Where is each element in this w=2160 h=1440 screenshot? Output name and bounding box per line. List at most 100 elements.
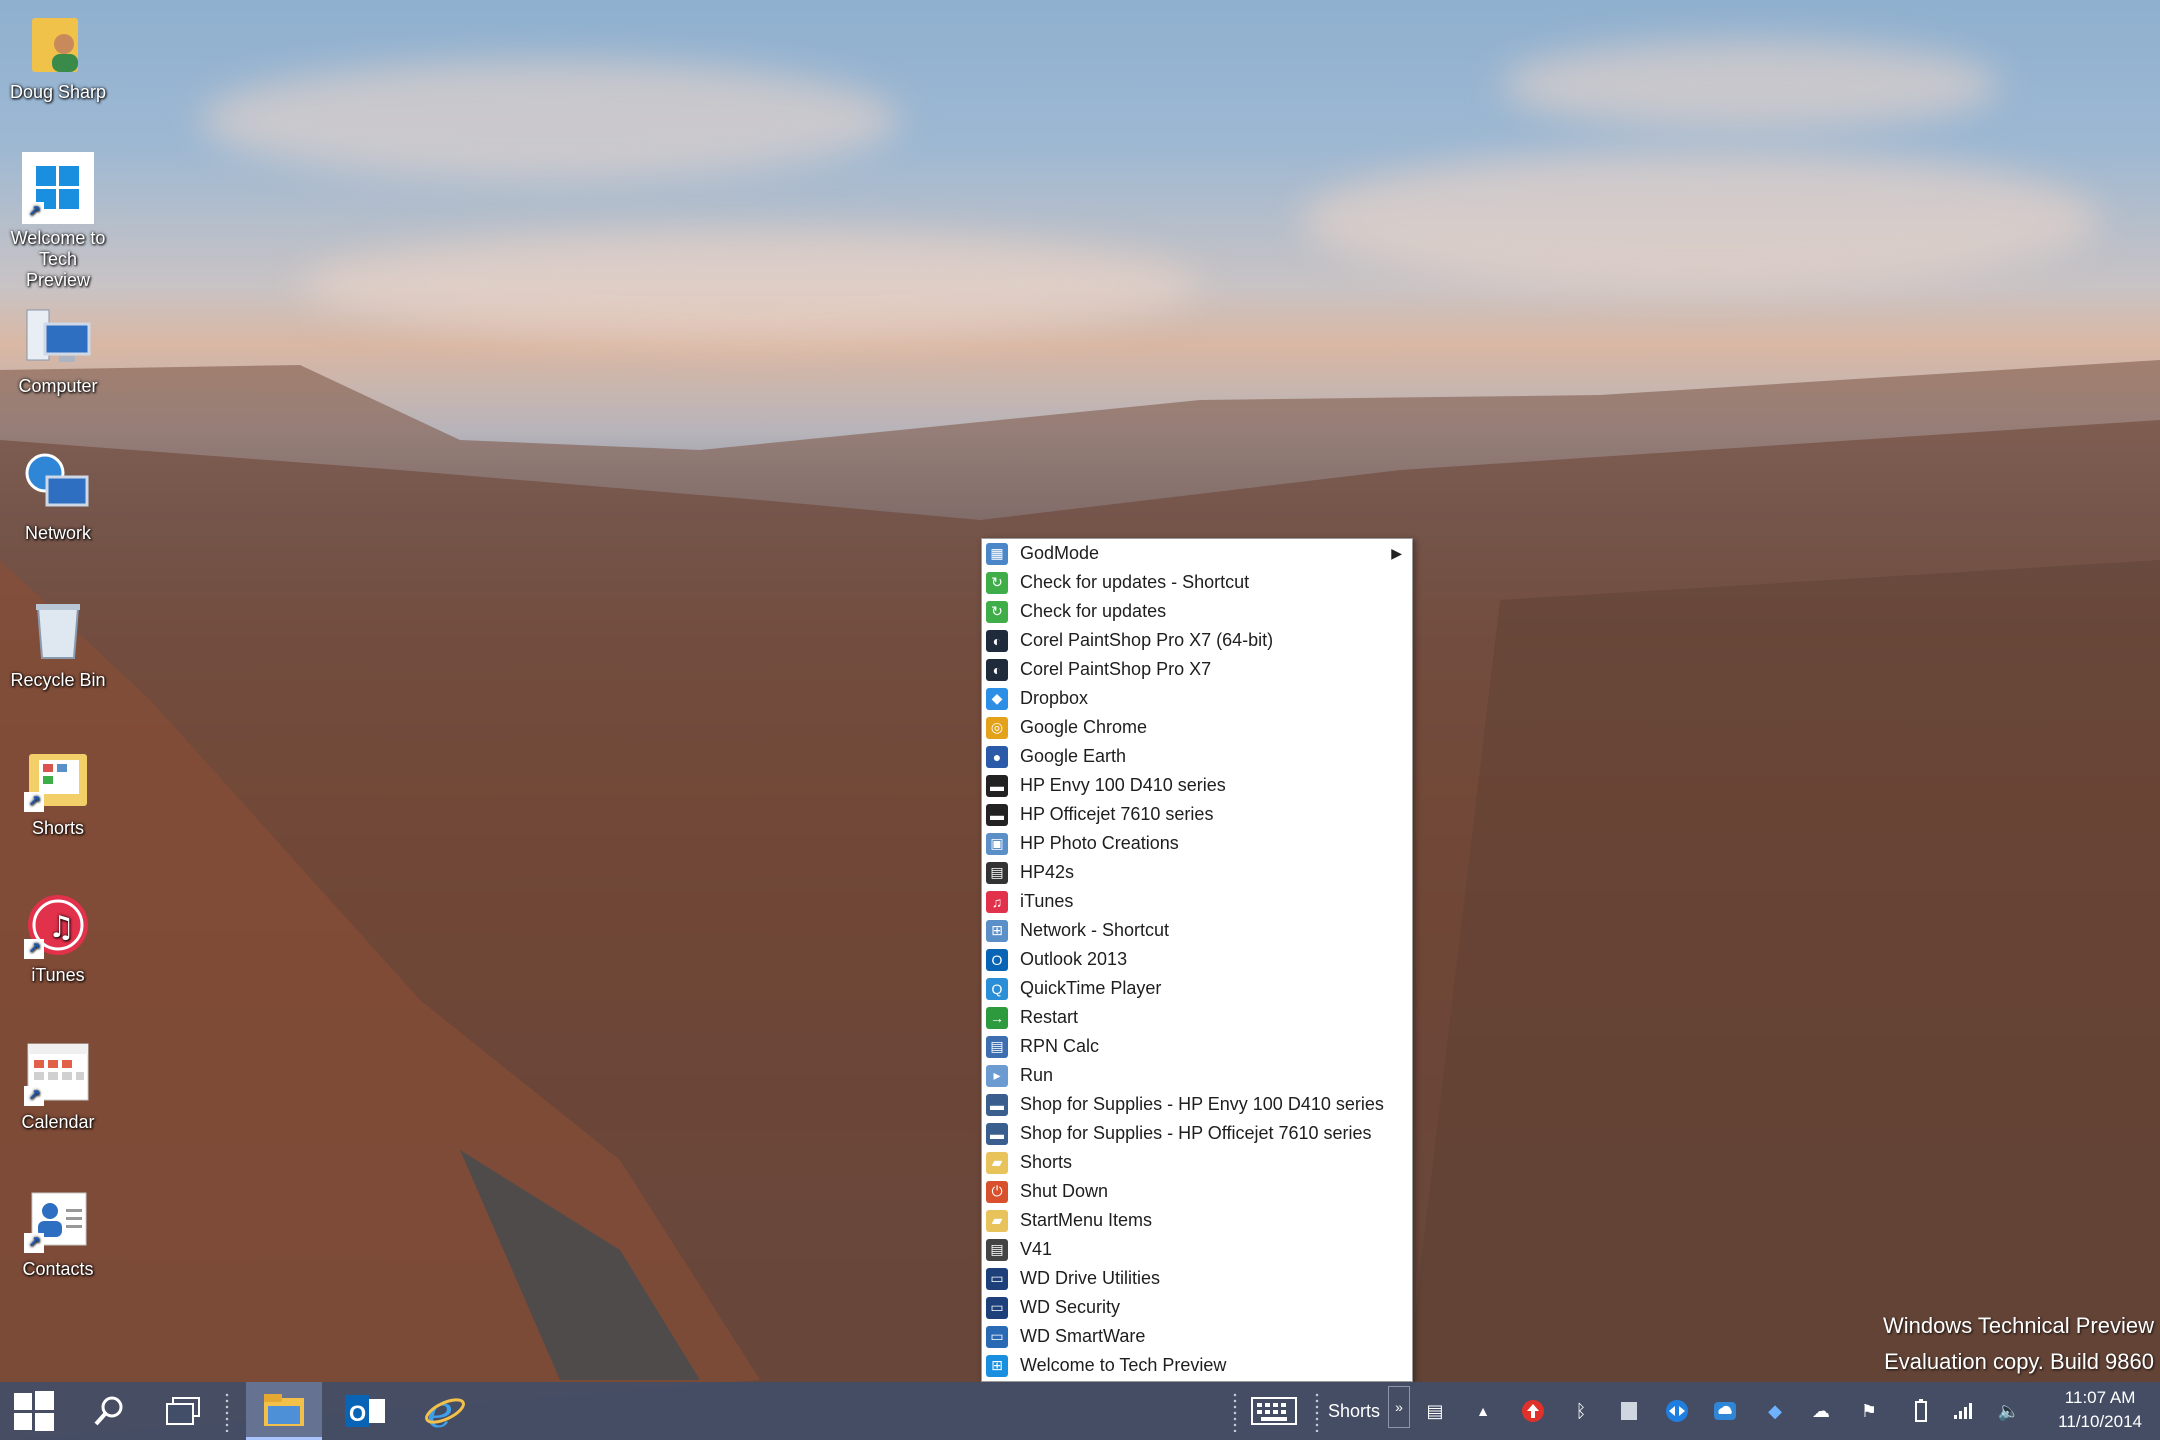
folder-icon: ▰ (986, 1209, 1008, 1232)
desktop-icon-calendar[interactable]: ↗ Calendar (6, 1036, 110, 1133)
menu-item[interactable]: O Outlook 2013 (982, 945, 1412, 974)
desktop-icon-label: Doug Sharp (9, 82, 107, 102)
start-button[interactable] (0, 1382, 68, 1440)
menu-item[interactable]: ● Google Earth (982, 742, 1412, 771)
task-view-button[interactable] (152, 1382, 214, 1440)
chevron-right-icon: » (1395, 1399, 1403, 1415)
menu-item[interactable]: ▣ HP Photo Creations (982, 829, 1412, 858)
calculator-icon: ▤ (986, 861, 1008, 884)
calculator-icon: ▤ (986, 1035, 1008, 1058)
desktop-icon-recycle-bin[interactable]: Recycle Bin (6, 594, 110, 691)
chrome-icon: ◎ (986, 716, 1008, 739)
menu-item[interactable]: ◐ Corel PaintShop Pro X7 (64-bit) (982, 626, 1412, 655)
power-icon: ⏻ (986, 1180, 1008, 1203)
submenu-arrow-icon: ▶ (1391, 545, 1402, 561)
onedrive-icon[interactable]: ☁ (1808, 1398, 1834, 1424)
desktop-icon-doug-sharp[interactable]: Doug Sharp (6, 6, 110, 103)
internet-explorer-taskbar-button[interactable]: e (410, 1382, 480, 1440)
menu-item[interactable]: ▬ Shop for Supplies - HP Envy 100 D410 se… (982, 1090, 1412, 1119)
desktop-icon-welcome[interactable]: ↗ Welcome to Tech Preview (6, 152, 110, 291)
shortcut-arrow-icon: ↗ (24, 202, 44, 222)
desktop-icon-label: Contacts (22, 1259, 94, 1279)
file-explorer-taskbar-button[interactable] (246, 1382, 322, 1440)
menu-item[interactable]: ▬ HP Officejet 7610 series (982, 800, 1412, 829)
restart-icon: → (986, 1006, 1008, 1029)
battery-icon[interactable] (1908, 1398, 1934, 1424)
file-explorer-icon (264, 1393, 304, 1426)
teamviewer-icon[interactable] (1664, 1398, 1690, 1424)
clock[interactable]: 11:07 AM 11/10/2014 (2058, 1386, 2142, 1434)
paintshop-icon: ◐ (986, 658, 1008, 681)
search-icon (94, 1396, 123, 1426)
cloud-sync-icon[interactable] (1712, 1398, 1738, 1424)
drive-icon: ▭ (986, 1325, 1008, 1348)
search-button[interactable] (80, 1382, 138, 1440)
menu-item[interactable]: ▤ V41 (982, 1235, 1412, 1264)
contacts-icon: ↗ (22, 1183, 94, 1255)
touch-keyboard-button[interactable] (1244, 1382, 1304, 1440)
menu-item[interactable]: ⊞ Welcome to Tech Preview (982, 1351, 1412, 1380)
menu-item[interactable]: ◆ Dropbox (982, 684, 1412, 713)
evaluation-watermark: Windows Technical Preview Evaluation cop… (1883, 1308, 2154, 1380)
toolbar-expand-button[interactable]: » (1388, 1386, 1410, 1428)
update-notifier-icon[interactable] (1520, 1398, 1546, 1424)
desktop-icon-network[interactable]: Network (6, 447, 110, 544)
menu-item-label: Shop for Supplies - HP Officejet 7610 se… (1020, 1123, 1372, 1143)
menu-item[interactable]: ▭ WD Drive Utilities (982, 1264, 1412, 1293)
menu-item[interactable]: ▭ WD Security (982, 1293, 1412, 1322)
desktop-icon-label: Computer (18, 376, 98, 396)
menu-item[interactable]: ↻ Check for updates (982, 597, 1412, 626)
task-view-icon (166, 1397, 200, 1425)
outlook-taskbar-button[interactable]: O (330, 1382, 400, 1440)
menu-item-label: HP Photo Creations (1020, 833, 1179, 853)
desktop-icon-label: Network (24, 523, 91, 543)
desktop-icon-contacts[interactable]: ↗ Contacts (6, 1183, 110, 1280)
menu-item[interactable]: ▦ GodMode ▶ (982, 539, 1412, 568)
menu-item[interactable]: ◐ Corel PaintShop Pro X7 (982, 655, 1412, 684)
flag-icon[interactable]: ⚑ (1856, 1398, 1882, 1424)
itunes-icon: ♫ (986, 890, 1008, 913)
desktop-icon-shorts[interactable]: ↗ Shorts (6, 742, 110, 839)
svg-text:O: O (349, 1401, 366, 1426)
menu-item[interactable]: ▰ Shorts (982, 1148, 1412, 1177)
run-icon: ▸ (986, 1064, 1008, 1087)
shorts-toolbar-button[interactable]: Shorts (1322, 1382, 1386, 1440)
menu-item[interactable]: ⏻ Shut Down (982, 1177, 1412, 1206)
menu-item-label: Corel PaintShop Pro X7 (64-bit) (1020, 630, 1274, 650)
desktop-icon-label: Calendar (21, 1112, 95, 1132)
action-center-icon[interactable]: ▤ (1422, 1398, 1448, 1424)
menu-item[interactable]: → Restart (982, 1003, 1412, 1032)
menu-item[interactable]: ◎ Google Chrome (982, 713, 1412, 742)
menu-item[interactable]: ▤ HP42s (982, 858, 1412, 887)
menu-item[interactable]: ♫ iTunes (982, 887, 1412, 916)
desktop-icon-itunes[interactable]: ♫ ↗ iTunes (6, 889, 110, 986)
wifi-signal-icon[interactable] (1950, 1398, 1976, 1424)
calculator-icon: ▤ (986, 1238, 1008, 1261)
menu-item[interactable]: ↻ Check for updates - Shortcut (982, 568, 1412, 597)
menu-item-label: Outlook 2013 (1020, 949, 1128, 969)
menu-item[interactable]: ▭ WD SmartWare (982, 1322, 1412, 1351)
toolbar-grip[interactable] (1314, 1392, 1320, 1432)
toolbar-grip[interactable] (1232, 1392, 1238, 1432)
desktop-icon-computer[interactable]: Computer (6, 300, 110, 397)
desktop-icon-label: iTunes (31, 965, 85, 985)
update-icon: ↻ (986, 571, 1008, 594)
menu-item-label: WD SmartWare (1020, 1326, 1146, 1346)
menu-item[interactable]: ▬ Shop for Supplies - HP Officejet 7610 s… (982, 1119, 1412, 1148)
bluetooth-icon[interactable]: ᛒ (1568, 1398, 1594, 1424)
menu-item[interactable]: ▸ Run (982, 1061, 1412, 1090)
menu-item[interactable]: ▰ StartMenu Items (982, 1206, 1412, 1235)
menu-item[interactable]: ⊞ Network - Shortcut (982, 916, 1412, 945)
taskbar-grip[interactable] (224, 1392, 230, 1432)
svg-text:♫: ♫ (48, 910, 75, 945)
menu-item-label: iTunes (1020, 891, 1074, 911)
menu-item-label: WD Security (1020, 1297, 1121, 1317)
menu-item[interactable]: ▤ RPN Calc (982, 1032, 1412, 1061)
removable-drive-icon[interactable] (1616, 1398, 1642, 1424)
show-hidden-icons-chevron-icon[interactable]: ▲ (1470, 1398, 1496, 1424)
dropbox-icon[interactable]: ◆ (1762, 1398, 1788, 1424)
volume-icon[interactable]: 🔈 (1996, 1398, 2022, 1424)
menu-item-label: Shut Down (1020, 1181, 1109, 1201)
menu-item[interactable]: Q QuickTime Player (982, 974, 1412, 1003)
menu-item[interactable]: ▬ HP Envy 100 D410 series (982, 771, 1412, 800)
